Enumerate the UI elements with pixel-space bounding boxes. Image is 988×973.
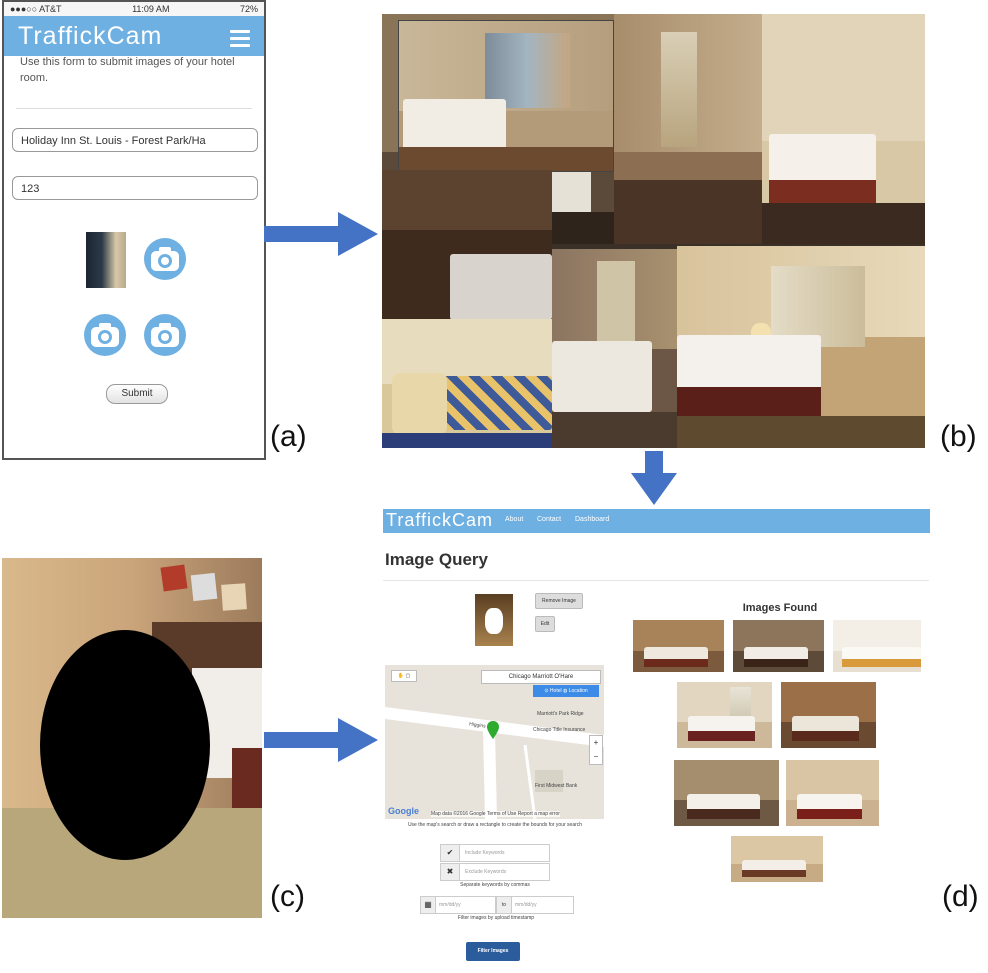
divider [16,108,252,109]
include-keywords-placeholder: Include Keywords [465,850,505,856]
hotel-location-toggle[interactable]: ⊙ Hotel ◍ Location [533,685,599,697]
web-navbar: TraffickCam About Contact Dashboard [383,509,930,533]
caption-d: (d) [942,880,979,913]
zoom-in-button[interactable]: + [590,736,602,750]
app-navbar: TraffickCam [4,16,264,56]
result-image[interactable] [833,620,921,672]
google-logo: Google [388,806,419,816]
camera-icon[interactable] [84,314,126,356]
menu-icon[interactable] [230,30,250,51]
date-from-field[interactable]: ▦ mm/dd/yy [420,896,496,914]
query-image-thumbnail[interactable] [475,594,513,646]
hotel-room-photo [762,14,925,244]
result-image[interactable] [733,620,824,672]
caption-a: (a) [270,420,307,453]
carrier-label: ●●●○○ AT&T [10,4,62,14]
keywords-hint: Separate keywords by commas [460,882,530,888]
nav-link-contact[interactable]: Contact [537,516,561,523]
date-to-label: to [497,897,512,913]
clock-label: 11:09 AM [132,4,170,14]
caption-c: (c) [270,880,305,913]
arrow-right-icon [264,212,378,256]
map-zoom-control[interactable]: + − [589,735,603,765]
map-place-label: Marriott's Park Ridge [537,711,584,717]
arrow-right-icon [264,718,378,762]
room-number-field[interactable]: 123 [12,176,258,200]
remove-image-button[interactable]: Remove Image [535,593,583,609]
status-bar: ●●●○○ AT&T 11:09 AM 72% [4,2,264,16]
map-search-input[interactable]: Chicago Marriott O'Hare [481,670,601,684]
hotel-room-photo [614,14,762,244]
map-pin-icon[interactable] [487,721,499,739]
result-image[interactable] [731,836,823,882]
intro-text: Use this form to submit images of your h… [20,56,235,84]
filter-images-button[interactable]: Filter Images [466,942,520,961]
date-from-placeholder: mm/dd/yy [439,902,461,908]
victim-room-photo [2,558,262,918]
submit-button[interactable]: Submit [106,384,168,404]
battery-label: 72% [239,4,258,14]
cross-icon: ✖ [441,864,460,880]
zoom-out-button[interactable]: − [590,750,602,764]
arrow-down-icon [631,451,677,505]
caption-b: (b) [940,420,977,453]
timestamp-hint: Filter images by upload timestamp [457,915,535,921]
map-place-label: Chicago Title Insurance [533,727,586,733]
web-logo[interactable]: TraffickCam [386,510,493,531]
hotel-room-photo [552,249,677,448]
map-draw-tools[interactable]: ✋ ▢ [391,670,417,682]
date-to-placeholder: mm/dd/yy [515,902,537,908]
result-image[interactable] [633,620,724,672]
check-icon: ✔ [441,845,460,861]
divider [383,580,929,581]
hotel-room-photo [677,246,925,448]
page-title: Image Query [385,550,488,569]
map-footer[interactable]: Map data ©2016 Google Terms of Use Repor… [431,811,560,817]
nav-link-about[interactable]: About [505,516,523,523]
hotel-room-photo [398,20,614,172]
exclude-keywords-placeholder: Exclude Keywords [465,869,507,875]
camera-icon[interactable] [144,314,186,356]
hotel-room-photo [382,170,552,320]
hotel-room-photo [382,319,552,448]
hotel-photo-collage [382,14,925,448]
exclude-keywords-field[interactable]: ✖ Exclude Keywords [440,863,550,881]
map-place-label: First Midwest Bank [535,783,578,789]
camera-icon[interactable] [144,238,186,280]
result-image[interactable] [674,760,779,826]
map-hint: Use the map's search or draw a rectangle… [407,822,583,828]
images-found-title: Images Found [742,602,818,614]
uploaded-photo-thumbnail[interactable] [86,232,126,288]
app-logo[interactable]: TraffickCam [18,22,162,51]
nav-link-dashboard[interactable]: Dashboard [575,516,609,523]
date-to-field[interactable]: to mm/dd/yy [496,896,574,914]
result-image[interactable] [781,682,876,748]
redaction-ellipse [40,630,210,860]
hotel-field[interactable]: Holiday Inn St. Louis - Forest Park/Ha [12,128,258,152]
include-keywords-field[interactable]: ✔ Include Keywords [440,844,550,862]
result-image[interactable] [786,760,879,826]
result-image[interactable] [677,682,772,748]
calendar-icon: ▦ [421,897,436,913]
map-widget[interactable]: ✋ ▢ Chicago Marriott O'Hare ⊙ Hotel ◍ Lo… [385,665,604,819]
phone-screenshot: ●●●○○ AT&T 11:09 AM 72% TraffickCam Use … [2,0,266,460]
edit-button[interactable]: Edit [535,616,555,632]
